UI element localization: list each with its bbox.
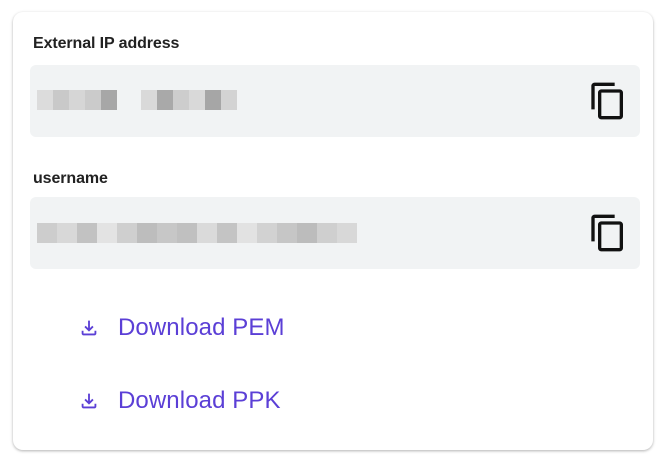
external-ip-field — [30, 65, 640, 137]
external-ip-label: External IP address — [33, 35, 180, 52]
download-pem-link[interactable]: Download PEM — [78, 308, 285, 348]
download-ppk-link[interactable]: Download PPK — [78, 381, 281, 421]
username-value-redacted — [37, 223, 357, 243]
external-ip-value-redacted — [37, 90, 237, 110]
download-pem-label: Download PEM — [118, 314, 285, 341]
copy-ip-button[interactable] — [586, 79, 630, 123]
copy-icon — [591, 214, 623, 252]
download-icon — [78, 317, 100, 339]
username-label: username — [33, 170, 108, 187]
ssh-details-card: External IP address username Download PE… — [13, 12, 653, 450]
download-icon — [78, 390, 100, 412]
copy-icon — [591, 82, 623, 120]
copy-username-button[interactable] — [586, 211, 630, 255]
download-ppk-label: Download PPK — [118, 387, 281, 414]
username-field — [30, 197, 640, 269]
